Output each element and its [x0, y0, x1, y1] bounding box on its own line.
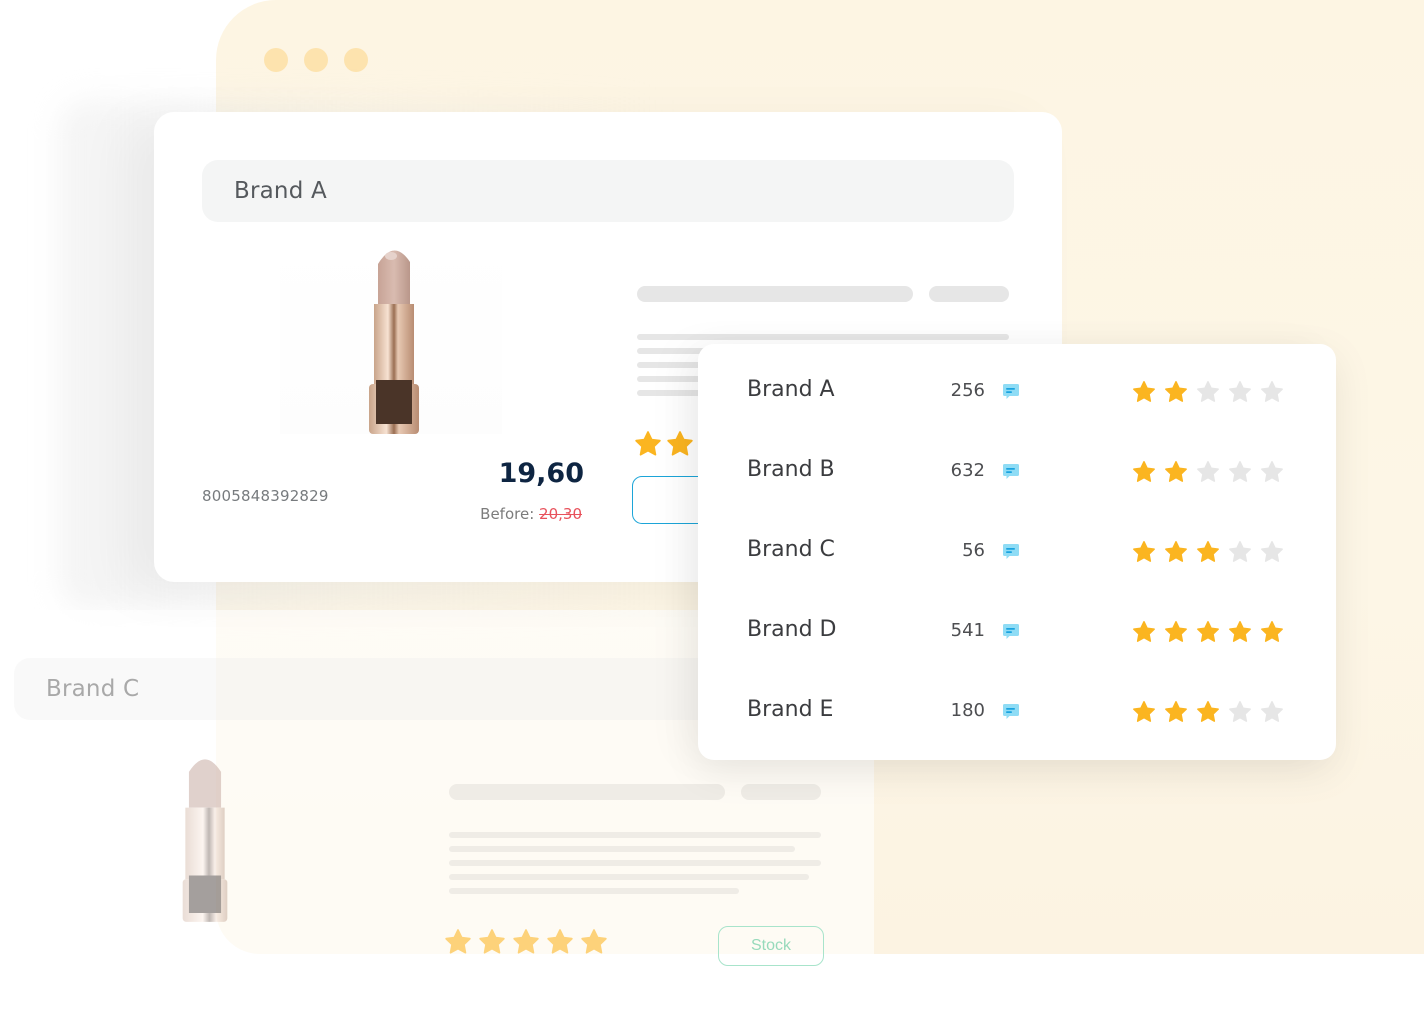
secondary-rating-stars: [444, 928, 608, 956]
brand-ratings-panel: Brand A 256 Brand B 632 Brand C 56 Brand D 541 B…: [698, 344, 1336, 760]
review-count: 56: [962, 540, 985, 561]
brand-name: Brand C: [747, 537, 835, 562]
brand-rating-stars: [1132, 540, 1284, 564]
secondary-brand-title: Brand C: [46, 676, 140, 702]
star-empty-icon: [1229, 541, 1251, 562]
brand-name: Brand E: [747, 697, 834, 722]
star-filled-icon: [1165, 701, 1187, 722]
brand-rating-stars: [1132, 380, 1284, 404]
star-filled-icon: [581, 929, 607, 954]
brand-row[interactable]: Brand C 56: [698, 532, 1336, 572]
review-count: 180: [950, 700, 985, 721]
brand-row[interactable]: Brand E 180: [698, 692, 1336, 732]
brand-rating-stars: [1132, 620, 1284, 644]
brand-row[interactable]: Brand A 256: [698, 372, 1336, 412]
star-empty-icon: [1261, 541, 1283, 562]
star-filled-icon: [1261, 621, 1283, 642]
skeleton-subtitle: [741, 784, 821, 800]
star-empty-icon: [1261, 381, 1283, 402]
star-empty-icon: [1261, 701, 1283, 722]
before-label: Before:: [480, 505, 535, 523]
skeleton-subtitle: [929, 286, 1009, 302]
stock-button[interactable]: Stock: [718, 926, 824, 966]
product-barcode: 8005848392829: [202, 487, 329, 505]
skeleton-title: [449, 784, 725, 800]
star-filled-icon: [1229, 621, 1251, 642]
product-price: 19,60: [498, 458, 584, 489]
previous-price: Before: 20,30: [480, 505, 582, 523]
before-price: 20,30: [539, 505, 582, 523]
window-dot-close[interactable]: [264, 48, 288, 72]
brand-title: Brand A: [234, 178, 327, 204]
review-count: 541: [950, 620, 985, 641]
star-filled-icon: [1197, 621, 1219, 642]
brand-row[interactable]: Brand D 541: [698, 612, 1336, 652]
star-filled-icon: [479, 929, 505, 954]
star-empty-icon: [1197, 461, 1219, 482]
brand-name: Brand D: [747, 617, 837, 642]
chat-icon[interactable]: [1002, 623, 1020, 641]
lipstick-image: [182, 759, 228, 922]
chat-icon[interactable]: [1002, 383, 1020, 401]
skeleton-line: [449, 860, 821, 866]
skeleton-line: [449, 888, 739, 894]
star-empty-icon: [1197, 381, 1219, 402]
star-filled-icon: [1165, 461, 1187, 482]
skeleton-line: [449, 874, 809, 880]
skeleton-title: [637, 286, 913, 302]
star-filled-icon: [1197, 541, 1219, 562]
skeleton-line: [637, 334, 1009, 340]
star-filled-icon: [1197, 701, 1219, 722]
review-count: 256: [950, 380, 985, 401]
star-empty-icon: [1229, 701, 1251, 722]
star-filled-icon: [1133, 381, 1155, 402]
window-dot-minimize[interactable]: [304, 48, 328, 72]
star-filled-icon: [1133, 701, 1155, 722]
skeleton-line: [449, 846, 795, 852]
star-filled-icon: [1165, 621, 1187, 642]
product-rating-stars: [634, 430, 694, 458]
brand-rating-stars: [1132, 700, 1284, 724]
chat-icon[interactable]: [1002, 703, 1020, 721]
brand-name: Brand A: [747, 377, 835, 402]
lipstick-image[interactable]: [366, 244, 422, 436]
star-empty-icon: [1229, 461, 1251, 482]
window-dot-maximize[interactable]: [344, 48, 368, 72]
star-filled-icon: [1133, 621, 1155, 642]
chat-icon[interactable]: [1002, 543, 1020, 561]
star-filled-icon: [513, 929, 539, 954]
brand-rating-stars: [1132, 460, 1284, 484]
star-empty-icon: [1229, 381, 1251, 402]
chat-icon[interactable]: [1002, 463, 1020, 481]
skeleton-line: [449, 832, 821, 838]
star-filled-icon: [1165, 541, 1187, 562]
star-filled-icon: [445, 929, 471, 954]
star-filled-icon: [547, 929, 573, 954]
star-filled-icon: [1133, 461, 1155, 482]
star-filled-icon: [667, 431, 693, 456]
brand-row[interactable]: Brand B 632: [698, 452, 1336, 492]
star-filled-icon: [1165, 381, 1187, 402]
star-filled-icon: [635, 431, 661, 456]
star-empty-icon: [1261, 461, 1283, 482]
star-filled-icon: [1133, 541, 1155, 562]
product-card-header: Brand A: [202, 160, 1014, 222]
review-count: 632: [950, 460, 985, 481]
brand-name: Brand B: [747, 457, 835, 482]
